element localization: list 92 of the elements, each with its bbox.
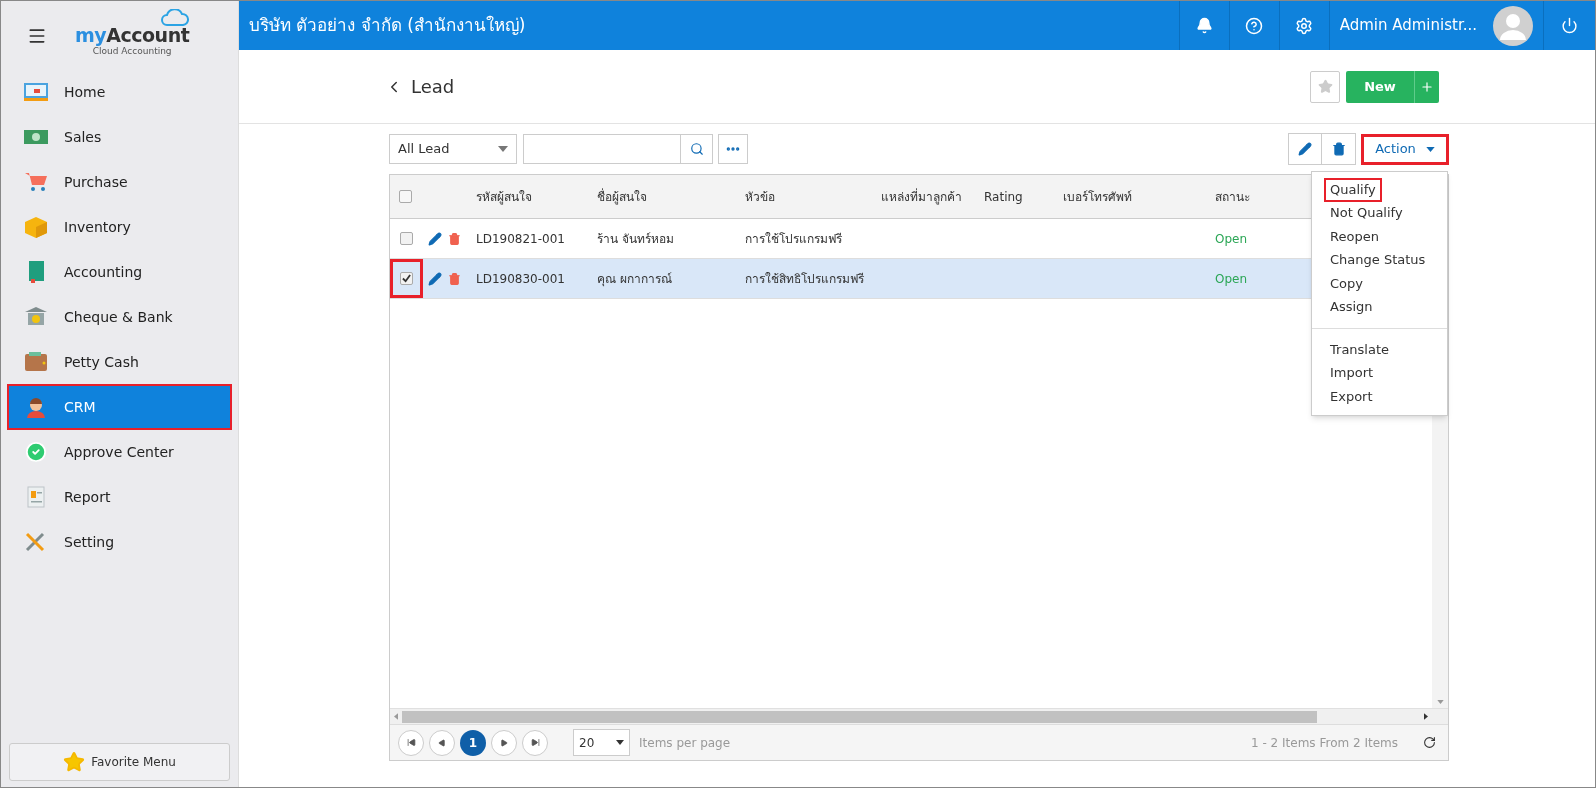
bank-icon <box>23 306 49 328</box>
edit-button[interactable] <box>1288 133 1322 165</box>
status-text: Open <box>1215 271 1248 286</box>
column-header[interactable]: ชื่อผู้สนใจ <box>597 189 647 204</box>
caret-icon <box>616 740 624 745</box>
menu-item[interactable]: Assign <box>1326 297 1377 318</box>
sidebar-item[interactable]: CRM <box>9 386 230 428</box>
sidebar-item[interactable]: Petty Cash <box>9 341 230 383</box>
trash-icon <box>1331 142 1346 156</box>
row-checkbox[interactable] <box>400 272 413 285</box>
last-page-button[interactable] <box>522 729 548 756</box>
settings-icon <box>1295 16 1314 35</box>
sidebar-item[interactable]: Setting <box>9 521 230 563</box>
star-icon <box>63 751 86 773</box>
column-header[interactable]: สถานะ <box>1215 189 1250 204</box>
pencil-icon <box>1298 142 1312 156</box>
column-header[interactable]: แหล่งที่มาลูกค้า <box>881 189 962 204</box>
help-icon <box>1245 16 1264 35</box>
action-button[interactable]: Action <box>1361 133 1449 165</box>
previous-page-button[interactable] <box>429 729 455 756</box>
table-cell: LD190830-001 <box>476 271 565 286</box>
menu-item[interactable]: Copy <box>1326 273 1367 294</box>
status-text: Open <box>1215 231 1248 246</box>
plus-icon <box>1420 79 1434 94</box>
wallet-icon <box>23 351 49 373</box>
delete-icon[interactable] <box>448 231 461 246</box>
sidebar-item[interactable]: Approve Center <box>9 431 230 473</box>
menu-item[interactable]: Translate <box>1326 339 1394 360</box>
monitor-icon <box>23 81 49 103</box>
table-cell: คุณ ผกาการณ์ <box>597 271 672 286</box>
sidebar-item[interactable]: Report <box>9 476 230 518</box>
scrollbar-thumb[interactable] <box>402 710 1317 723</box>
previous-icon <box>438 738 446 747</box>
page-button[interactable]: 1 <box>460 729 486 756</box>
column-header[interactable]: หัวข้อ <box>745 189 775 204</box>
per-page-label: Items per page <box>639 734 731 752</box>
cloud-icon <box>161 9 190 27</box>
item-count: 1 - 2 Items From 2 Items <box>1251 734 1398 752</box>
company-name: บริษัท ตัวอย่าง จำกัด (สำนักงานใหญ่) <box>248 13 527 37</box>
menu-icon[interactable] <box>27 26 47 46</box>
check-circle-icon <box>23 441 49 463</box>
cart-icon <box>23 171 49 193</box>
new-dropdown-button[interactable] <box>1414 70 1439 103</box>
table-cell: ร้าน จันทร์หอม <box>597 231 674 246</box>
row-checkbox[interactable] <box>400 232 413 245</box>
refresh-icon[interactable] <box>1423 736 1436 749</box>
edit-icon[interactable] <box>428 271 442 286</box>
star-icon <box>1317 79 1333 94</box>
avatar-icon[interactable] <box>1493 5 1533 46</box>
table-cell: การใช้สิทธิโปรแกรมฟรี <box>745 271 864 286</box>
search-field[interactable] <box>523 134 713 164</box>
column-header[interactable]: เบอร์โทรศัพท์ <box>1063 189 1132 204</box>
edit-icon[interactable] <box>428 231 442 246</box>
select-all-checkbox[interactable] <box>399 190 412 203</box>
search-icon[interactable] <box>689 142 704 156</box>
menu-item[interactable]: Export <box>1326 386 1377 407</box>
last-page-icon <box>530 738 540 747</box>
sidebar-item[interactable]: Purchase <box>9 161 230 203</box>
favorite-menu-button[interactable]: Favorite Menu <box>9 743 230 781</box>
column-header[interactable]: รหัสผู้สนใจ <box>476 189 532 204</box>
box-icon <box>23 216 49 238</box>
table-cell: LD190821-001 <box>476 231 565 246</box>
sidebar-item[interactable]: Accounting <box>9 251 230 293</box>
user-name[interactable]: Admin Administr... <box>1339 14 1477 37</box>
scroll-left-icon[interactable] <box>394 713 398 720</box>
filter-dropdown[interactable]: All Lead <box>389 134 517 164</box>
first-page-button[interactable] <box>398 729 424 756</box>
page-size-dropdown[interactable]: 20 <box>573 729 630 756</box>
power-icon <box>1561 17 1578 34</box>
more-button[interactable] <box>718 134 748 164</box>
sidebar-item[interactable]: Sales <box>9 116 230 158</box>
menu-item[interactable]: Qualify <box>1326 179 1380 200</box>
sidebar-item[interactable]: Inventory <box>9 206 230 248</box>
scroll-right-icon[interactable] <box>1424 713 1428 720</box>
sidebar-item[interactable]: Home <box>9 71 230 113</box>
sidebar-item[interactable]: Cheque & Bank <box>9 296 230 338</box>
bell-icon <box>1195 17 1213 34</box>
caret-icon <box>498 146 508 152</box>
menu-item[interactable]: Import <box>1326 363 1378 384</box>
delete-button[interactable] <box>1322 133 1356 165</box>
first-page-icon <box>406 738 416 747</box>
next-icon <box>500 738 508 747</box>
page-title: Lead <box>411 75 456 99</box>
next-page-button[interactable] <box>491 729 517 756</box>
scroll-down-icon[interactable] <box>1436 700 1444 704</box>
table-cell: การใช้โปรแกรมฟรี <box>745 231 842 246</box>
logo: myAccount Cloud Accounting <box>75 15 190 57</box>
column-header[interactable]: Rating <box>984 189 1023 204</box>
caret-icon <box>1425 146 1435 152</box>
check-icon <box>402 274 411 283</box>
delete-icon[interactable] <box>448 271 461 286</box>
menu-item[interactable]: Reopen <box>1326 226 1383 247</box>
